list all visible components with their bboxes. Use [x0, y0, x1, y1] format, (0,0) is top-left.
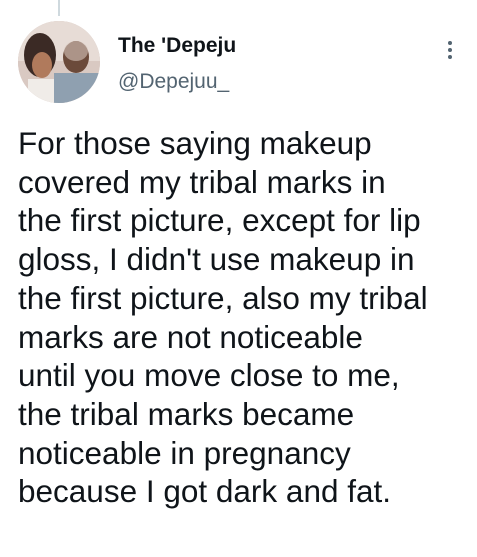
- tweet-text: For those saying makeup covered my triba…: [18, 125, 428, 510]
- avatar-photo: [18, 21, 100, 103]
- author-handle[interactable]: @Depejuu_: [118, 70, 229, 94]
- more-vertical-icon[interactable]: [441, 38, 459, 62]
- author-display-name[interactable]: The 'Depeju: [118, 34, 236, 58]
- thread-connector-line: [58, 0, 60, 16]
- avatar[interactable]: [18, 21, 100, 103]
